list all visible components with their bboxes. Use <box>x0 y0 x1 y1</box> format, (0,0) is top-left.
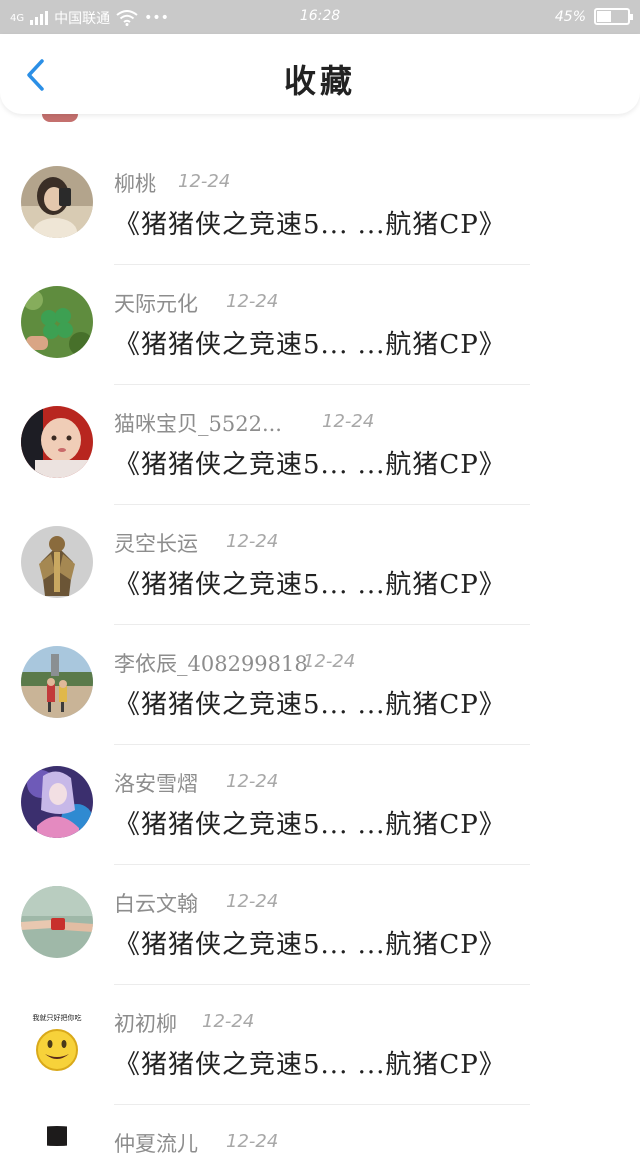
battery-percent: 45% <box>554 8 586 25</box>
list-item[interactable]: 我就只好把你吃 初初柳 12-24 《猪猪侠之竞速5... ...航猪CP》 <box>0 954 640 1105</box>
favorites-list: 柳桃 12-24 《猪猪侠之竞速5... ...航猪CP》 天际元化 12-24… <box>0 114 640 1156</box>
list-item[interactable]: 洛安雪熠 12-24 《猪猪侠之竞速5... ...航猪CP》 <box>0 714 640 865</box>
avatar[interactable] <box>21 646 93 718</box>
status-right: 45% <box>554 8 633 25</box>
list-item[interactable]: 白云文翰 12-24 《猪猪侠之竞速5... ...航猪CP》 <box>0 834 640 985</box>
author-name: 仲夏流儿 <box>114 1132 198 1156</box>
avatar[interactable] <box>21 1126 93 1146</box>
post-date: 12-24 <box>226 1131 279 1152</box>
post-date: 12-24 <box>226 771 279 792</box>
author-name: 柳桃 <box>114 172 156 196</box>
avatar[interactable]: 我就只好把你吃 <box>21 1006 93 1078</box>
post-date: 12-24 <box>226 291 279 312</box>
battery-icon <box>594 8 633 25</box>
avatar[interactable] <box>21 886 93 958</box>
author-name: 天际元化 <box>114 292 198 316</box>
post-date: 12-24 <box>178 171 231 192</box>
post-date: 12-24 <box>322 411 375 432</box>
list-item[interactable]: 天际元化 12-24 《猪猪侠之竞速5... ...航猪CP》 <box>0 234 640 385</box>
avatar[interactable] <box>21 526 93 598</box>
author-name: 猫咪宝贝_5522... <box>114 412 282 436</box>
list-item[interactable]: 猫咪宝贝_5522... 12-24 《猪猪侠之竞速5... ...航猪CP》 <box>0 354 640 505</box>
post-date: 12-24 <box>226 531 279 552</box>
avatar[interactable] <box>21 766 93 838</box>
list-item[interactable]: 灵空长运 12-24 《猪猪侠之竞速5... ...航猪CP》 <box>0 474 640 625</box>
avatar[interactable] <box>21 286 93 358</box>
post-date: 12-24 <box>226 891 279 912</box>
nav-header: 收藏 <box>0 34 640 114</box>
status-time: 16:28 <box>299 8 341 24</box>
avatar[interactable] <box>21 166 93 238</box>
author-name: 灵空长运 <box>114 532 198 556</box>
list-item[interactable]: 李依辰_408299818 12-24 《猪猪侠之竞速5... ...航猪CP》 <box>0 594 640 745</box>
avatar[interactable] <box>21 406 93 478</box>
status-bar: 4G 中国联通 ••• 16:28 45% <box>0 0 640 34</box>
post-date: 12-24 <box>303 651 356 672</box>
author-name: 李依辰_408299818 <box>114 652 308 676</box>
post-date: 12-24 <box>202 1011 255 1032</box>
avatar-caption: 我就只好把你吃 <box>33 1013 82 1022</box>
author-name: 洛安雪熠 <box>114 772 198 796</box>
list-item-partial[interactable]: 仲夏流儿 12-24 <box>0 1074 640 1156</box>
list-item[interactable]: 柳桃 12-24 《猪猪侠之竞速5... ...航猪CP》 <box>0 114 640 265</box>
author-name: 初初柳 <box>114 1012 177 1036</box>
page-title: 收藏 <box>283 62 356 100</box>
author-name: 白云文翰 <box>114 892 198 916</box>
